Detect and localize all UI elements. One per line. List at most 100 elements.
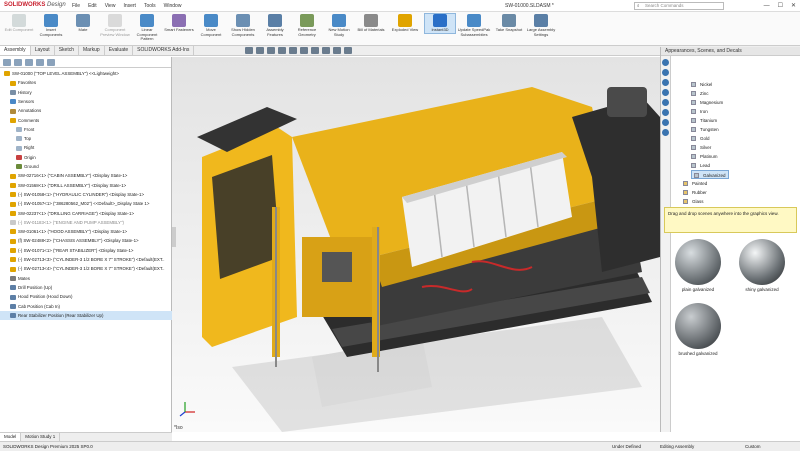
- tree-item[interactable]: Annotations: [0, 106, 172, 115]
- ribbon-insert-components-button[interactable]: Insert Components: [36, 14, 66, 37]
- tab-sketch[interactable]: Sketch: [55, 46, 79, 55]
- graphics-area[interactable]: *Iso: [172, 57, 660, 432]
- tree-item[interactable]: (-) SW-02713<4> ("CYLINDER-3 1/2 BORE X …: [0, 264, 172, 273]
- tree-item[interactable]: Right: [0, 143, 172, 152]
- ribbon-component-preview-window-button[interactable]: Component Preview Window: [100, 14, 130, 37]
- appearance-platinum[interactable]: Platinum: [691, 152, 718, 161]
- appearance-galvanized[interactable]: Galvanized: [691, 170, 729, 179]
- tree-item[interactable]: Hood Position (Hood Down): [0, 292, 172, 301]
- ribbon-reference-geometry-button[interactable]: Reference Geometry: [292, 14, 322, 37]
- tree-item[interactable]: SW-02237<1> ("DRILLING CARRIAGE") <Displ…: [0, 209, 172, 218]
- custom-properties-icon[interactable]: [662, 119, 669, 126]
- ribbon-exploded-view-button[interactable]: Exploded View: [388, 14, 422, 33]
- ribbon-linear-component-pattern-button[interactable]: Linear Component Pattern: [132, 14, 162, 42]
- scene-icon[interactable]: [333, 47, 341, 54]
- appearance-nickel[interactable]: Nickel: [691, 80, 712, 89]
- view-orientation-icon[interactable]: [289, 47, 297, 54]
- appearance-swatch[interactable]: brushed galvanized: [669, 303, 727, 356]
- appearance-folder-rubber[interactable]: Rubber: [683, 188, 707, 197]
- file-explorer-icon[interactable]: [662, 89, 669, 96]
- tree-item[interactable]: Ground: [0, 162, 172, 171]
- tab-assembly[interactable]: Assembly: [0, 46, 31, 55]
- tree-item[interactable]: Cab Position (Cab In): [0, 302, 172, 311]
- appearance-silver[interactable]: Silver: [691, 143, 711, 152]
- tree-item[interactable]: (-) SW-01071<1> ("REAR STABILIZER") <Dis…: [0, 246, 172, 255]
- tree-item[interactable]: History: [0, 88, 172, 97]
- menu-insert[interactable]: Insert: [123, 3, 136, 9]
- maximize-icon[interactable]: ☐: [778, 3, 783, 9]
- tab-markup[interactable]: Markup: [79, 46, 105, 55]
- display-manager-icon[interactable]: [47, 59, 55, 66]
- appearance-zinc[interactable]: Zinc: [691, 89, 709, 98]
- tree-item[interactable]: SW-02716<1> ("CABIN ASSEMBLY") <Display …: [0, 171, 172, 180]
- home-icon[interactable]: [662, 59, 669, 66]
- design-library-icon[interactable]: [662, 79, 669, 86]
- hide-show-icon[interactable]: [311, 47, 319, 54]
- tab-evaluate[interactable]: Evaluate: [105, 46, 134, 55]
- tree-item[interactable]: Front: [0, 125, 172, 134]
- ribbon-edit-component-button[interactable]: Edit Component: [4, 14, 34, 33]
- minimize-icon[interactable]: —: [764, 3, 770, 9]
- appearances-icon[interactable]: [662, 109, 669, 116]
- tree-item[interactable]: (-) SW-01057<1> ("386280562_M02") <<Defa…: [0, 199, 172, 208]
- tree-item[interactable]: (f) SW-02488<2> ("CHASSIS ASSEMBLY") <Di…: [0, 236, 172, 245]
- tree-item[interactable]: SW-01061<1> ("HOOD ASSEMBLY") <Display S…: [0, 227, 172, 236]
- ribbon-show-hidden-components-button[interactable]: Show Hidden Components: [228, 14, 258, 37]
- tree-item[interactable]: (-) SW-01183<1> ("ENGINE AND PUMP ASSEMB…: [0, 218, 172, 227]
- ribbon-new-motion-study-button[interactable]: New Motion Study: [324, 14, 354, 37]
- section-view-icon[interactable]: [278, 47, 286, 54]
- menu-file[interactable]: File: [72, 3, 80, 9]
- configuration-manager-icon[interactable]: [25, 59, 33, 66]
- appearance-iron[interactable]: Iron: [691, 107, 708, 116]
- previous-view-icon[interactable]: [267, 47, 275, 54]
- appearance-folder-glass[interactable]: Glass: [683, 197, 704, 206]
- appearance-folder-painted[interactable]: Painted: [683, 179, 707, 188]
- appearance-swatch[interactable]: plain galvanized: [669, 239, 727, 292]
- tree-item[interactable]: Comments: [0, 116, 172, 125]
- appearance-swatch[interactable]: shiny galvanized: [733, 239, 791, 292]
- dimxpert-icon[interactable]: [36, 59, 44, 66]
- tree-item[interactable]: SW-01568<1> ("DRILL ASSEMBLY") <Display …: [0, 181, 172, 190]
- panel-collapse-handle[interactable]: [172, 227, 176, 247]
- view-palette-icon[interactable]: [662, 99, 669, 106]
- tree-item[interactable]: Rear Stabilizer Position (Rear Stabilize…: [0, 310, 172, 320]
- tree-item[interactable]: Top: [0, 134, 172, 143]
- tree-item[interactable]: Favorites: [0, 78, 172, 87]
- view-settings-icon[interactable]: [344, 47, 352, 54]
- ribbon-move-component-button[interactable]: Move Component: [196, 14, 226, 37]
- appearance-magnesium[interactable]: Magnesium: [691, 98, 723, 107]
- appearance-lead[interactable]: Lead: [691, 161, 710, 170]
- forum-icon[interactable]: [662, 129, 669, 136]
- ribbon-update-speedpak-subassemblies-button[interactable]: Update SpeedPak Subassemblies: [457, 14, 491, 37]
- resources-icon[interactable]: [662, 69, 669, 76]
- appearance-tungsten[interactable]: Tungsten: [691, 125, 719, 134]
- edit-appearance-icon[interactable]: [322, 47, 330, 54]
- tree-item[interactable]: SW-01000 ("TOP LEVEL ASSEMBLY") <<Lightw…: [0, 69, 172, 78]
- drill-rig-model[interactable]: [172, 57, 660, 432]
- menu-view[interactable]: View: [105, 3, 116, 9]
- tree-item[interactable]: (-) SW-02713<3> ("CYLINDER-3 1/2 BORE X …: [0, 255, 172, 264]
- search-commands-input[interactable]: ⌕ Search Commands: [634, 2, 724, 10]
- tree-item[interactable]: (-) SW-01058<1> ("HYDRAULIC CYLINDER") <…: [0, 190, 172, 199]
- tab-solidworks-add-ins[interactable]: SOLIDWORKS Add-Ins: [133, 46, 195, 55]
- appearance-titanium[interactable]: Titanium: [691, 116, 717, 125]
- ribbon-smart-fasteners-button[interactable]: Smart Fasteners: [164, 14, 194, 33]
- feature-manager-icon[interactable]: [3, 59, 11, 66]
- zoom-area-icon[interactable]: [256, 47, 264, 54]
- menu-edit[interactable]: Edit: [88, 3, 97, 9]
- menu-tools[interactable]: Tools: [144, 3, 156, 9]
- tree-item[interactable]: Mates: [0, 274, 172, 283]
- ribbon-mate-button[interactable]: Mate: [68, 14, 98, 33]
- bottom-tab-model[interactable]: Model: [0, 433, 22, 441]
- bottom-tab-motion-study-1[interactable]: Motion Study 1: [21, 433, 61, 441]
- zoom-fit-icon[interactable]: [245, 47, 253, 54]
- ribbon-bill-of-materials-button[interactable]: Bill of Materials: [356, 14, 386, 33]
- close-icon[interactable]: ✕: [791, 3, 796, 9]
- property-manager-icon[interactable]: [14, 59, 22, 66]
- status-units[interactable]: Custom: [745, 442, 761, 451]
- appearance-gold[interactable]: Gold: [691, 134, 710, 143]
- display-style-icon[interactable]: [300, 47, 308, 54]
- ribbon-instant3d-button[interactable]: Instant3D: [424, 13, 456, 34]
- tree-item[interactable]: Origin: [0, 153, 172, 162]
- ribbon-large-assembly-settings-button[interactable]: Large Assembly Settings: [526, 14, 556, 37]
